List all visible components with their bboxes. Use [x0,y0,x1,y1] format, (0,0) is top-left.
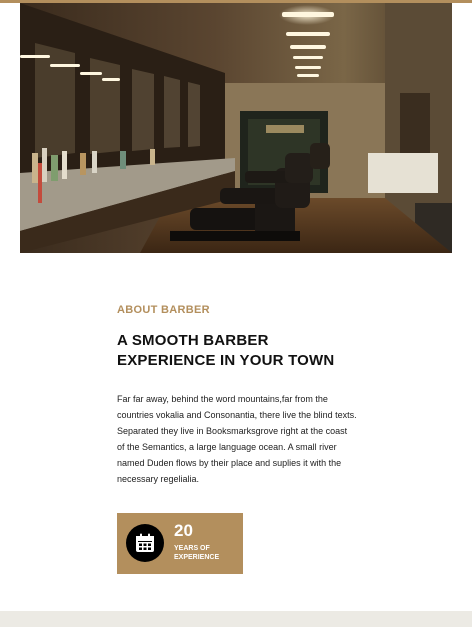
years-count: 20 [174,521,193,540]
experience-stat-box: 20 YEARS OF EXPERIENCE [117,513,243,574]
footer-strip [0,611,472,627]
about-paragraph: Far far away, behind the word mountains,… [117,394,357,484]
years-label: YEARS OF EXPERIENCE [174,545,220,561]
section-heading-line-1: A SMOOTH BARBER [117,332,269,349]
about-section: ABOUT BARBER A SMOOTH BARBER EXPERIENCE … [117,304,367,487]
calendar-icon-badge [126,524,164,562]
section-heading-line-2: EXPERIENCE IN YOUR TOWN [117,352,335,369]
calendar-icon [136,533,154,552]
section-heading: A SMOOTH BARBER EXPERIENCE IN YOUR TOWN [117,331,367,371]
hero-image [20,3,452,253]
section-eyebrow: ABOUT BARBER [117,304,210,316]
